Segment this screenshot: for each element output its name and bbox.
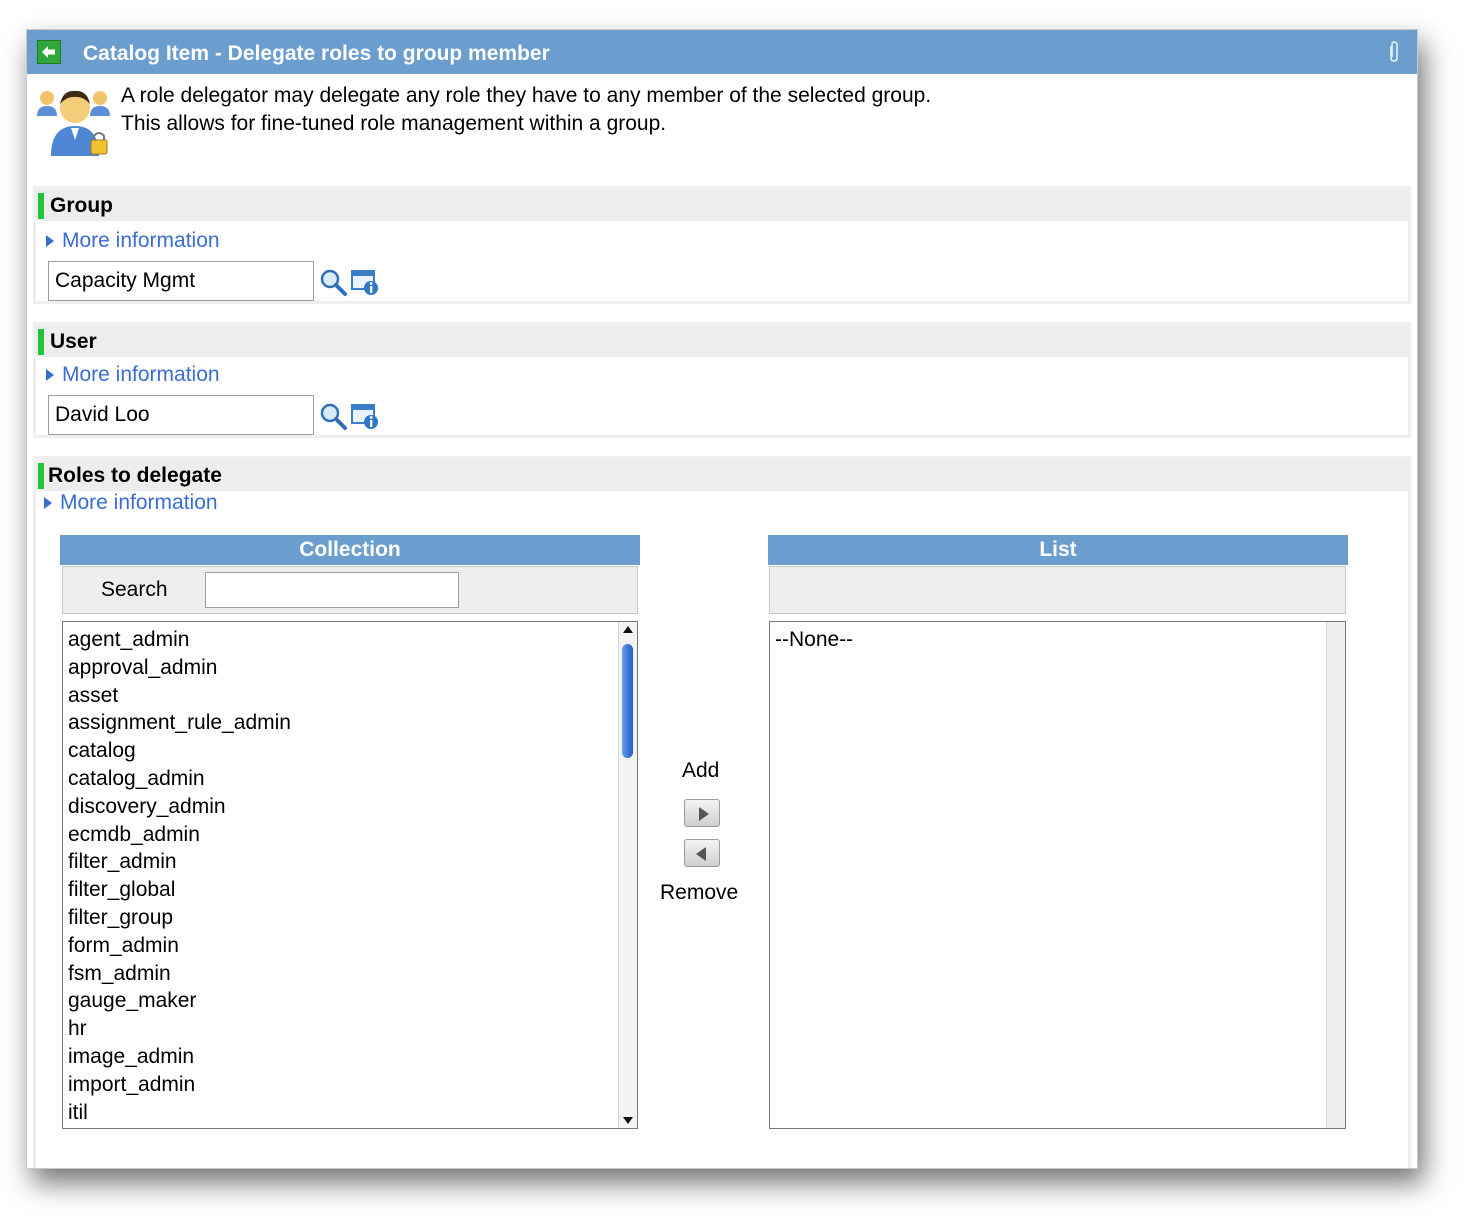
collection-option[interactable]: filter_admin: [68, 850, 177, 874]
group-section-header: Group: [36, 189, 1408, 221]
user-field[interactable]: [48, 395, 314, 435]
user-more-info-text: More information: [62, 363, 220, 386]
group-field[interactable]: [48, 261, 314, 301]
list-toolbar: [769, 566, 1346, 614]
collection-search-bar: Search: [62, 566, 638, 614]
reference-info-icon[interactable]: [350, 401, 380, 431]
roles-label: Roles to delegate: [48, 464, 222, 487]
collection-option[interactable]: discovery_admin: [68, 795, 226, 819]
collection-scrollbar[interactable]: [618, 622, 637, 1128]
collection-option[interactable]: approval_admin: [68, 656, 217, 680]
remove-label: Remove: [660, 881, 739, 904]
list-scrollbar[interactable]: [1326, 622, 1345, 1128]
intro-line-1: A role delegator may delegate any role t…: [121, 84, 932, 107]
group-more-info-text: More information: [62, 229, 220, 252]
paperclip-icon[interactable]: [1387, 40, 1401, 64]
catalog-item-window: Catalog Item - Delegate roles to group m…: [26, 29, 1418, 1169]
list-listbox[interactable]: --None--: [769, 621, 1346, 1129]
collection-option[interactable]: catalog: [68, 739, 136, 763]
expand-triangle-icon: [44, 497, 52, 510]
collection-option[interactable]: agent_admin: [68, 628, 189, 652]
group-more-info-link[interactable]: More information: [46, 229, 220, 253]
collection-option[interactable]: import_admin: [68, 1073, 195, 1097]
scroll-up-arrow-icon[interactable]: [623, 626, 633, 633]
mandatory-marker: [38, 329, 44, 355]
list-header: List: [768, 535, 1348, 565]
search-label: Search: [101, 578, 168, 601]
title-bar: Catalog Item - Delegate roles to group m…: [27, 30, 1417, 74]
page-title: Catalog Item - Delegate roles to group m…: [83, 42, 550, 65]
collection-option[interactable]: image_admin: [68, 1045, 194, 1069]
right-arrow-icon: [699, 807, 709, 821]
back-arrow-icon: [42, 46, 55, 58]
left-arrow-icon: [696, 847, 706, 861]
group-label: Group: [50, 194, 113, 217]
remove-button[interactable]: [684, 839, 720, 867]
magnifier-icon[interactable]: [318, 267, 348, 297]
add-button[interactable]: [684, 799, 720, 827]
roles-section: Roles to delegate More information Colle…: [33, 456, 1411, 1168]
user-section: User More information: [33, 322, 1411, 438]
roles-more-info-text: More information: [60, 491, 218, 514]
scroll-thumb[interactable]: [622, 644, 633, 758]
collection-option[interactable]: filter_global: [68, 878, 175, 902]
collection-option[interactable]: catalog_admin: [68, 767, 205, 791]
roles-section-header: Roles to delegate: [36, 459, 1408, 491]
user-section-header: User: [36, 325, 1408, 357]
back-button[interactable]: [37, 40, 61, 64]
collection-option[interactable]: fsm_admin: [68, 962, 171, 986]
collection-header: Collection: [60, 535, 640, 565]
collection-option[interactable]: form_admin: [68, 934, 179, 958]
collection-option[interactable]: hr: [68, 1017, 87, 1041]
intro-line-2: This allows for fine-tuned role manageme…: [121, 112, 667, 135]
collection-option[interactable]: ecmdb_admin: [68, 823, 200, 847]
collection-option[interactable]: asset: [68, 684, 118, 708]
list-option[interactable]: --None--: [775, 628, 853, 652]
reference-info-icon[interactable]: [350, 267, 380, 297]
collection-option[interactable]: filter_group: [68, 906, 173, 930]
user-more-info-link[interactable]: More information: [46, 363, 220, 387]
collection-option[interactable]: itil: [68, 1101, 88, 1125]
magnifier-icon[interactable]: [318, 401, 348, 431]
mandatory-marker: [38, 463, 44, 489]
expand-triangle-icon: [46, 235, 54, 248]
collection-option[interactable]: gauge_maker: [68, 989, 196, 1013]
intro-description: A role delegator may delegate any role t…: [121, 82, 931, 138]
expand-triangle-icon: [46, 369, 54, 382]
group-section: Group More information: [33, 186, 1411, 304]
add-label: Add: [682, 759, 720, 782]
roles-more-info-link[interactable]: More information: [44, 491, 218, 515]
collection-option[interactable]: assignment_rule_admin: [68, 711, 291, 735]
collection-listbox[interactable]: agent_admin approval_adminasset assignment…: [62, 621, 638, 1129]
users-lock-icon: [37, 90, 110, 156]
mandatory-marker: [38, 193, 44, 219]
collection-search-input[interactable]: [205, 572, 459, 608]
scroll-down-arrow-icon[interactable]: [623, 1117, 633, 1124]
user-label: User: [50, 330, 97, 353]
